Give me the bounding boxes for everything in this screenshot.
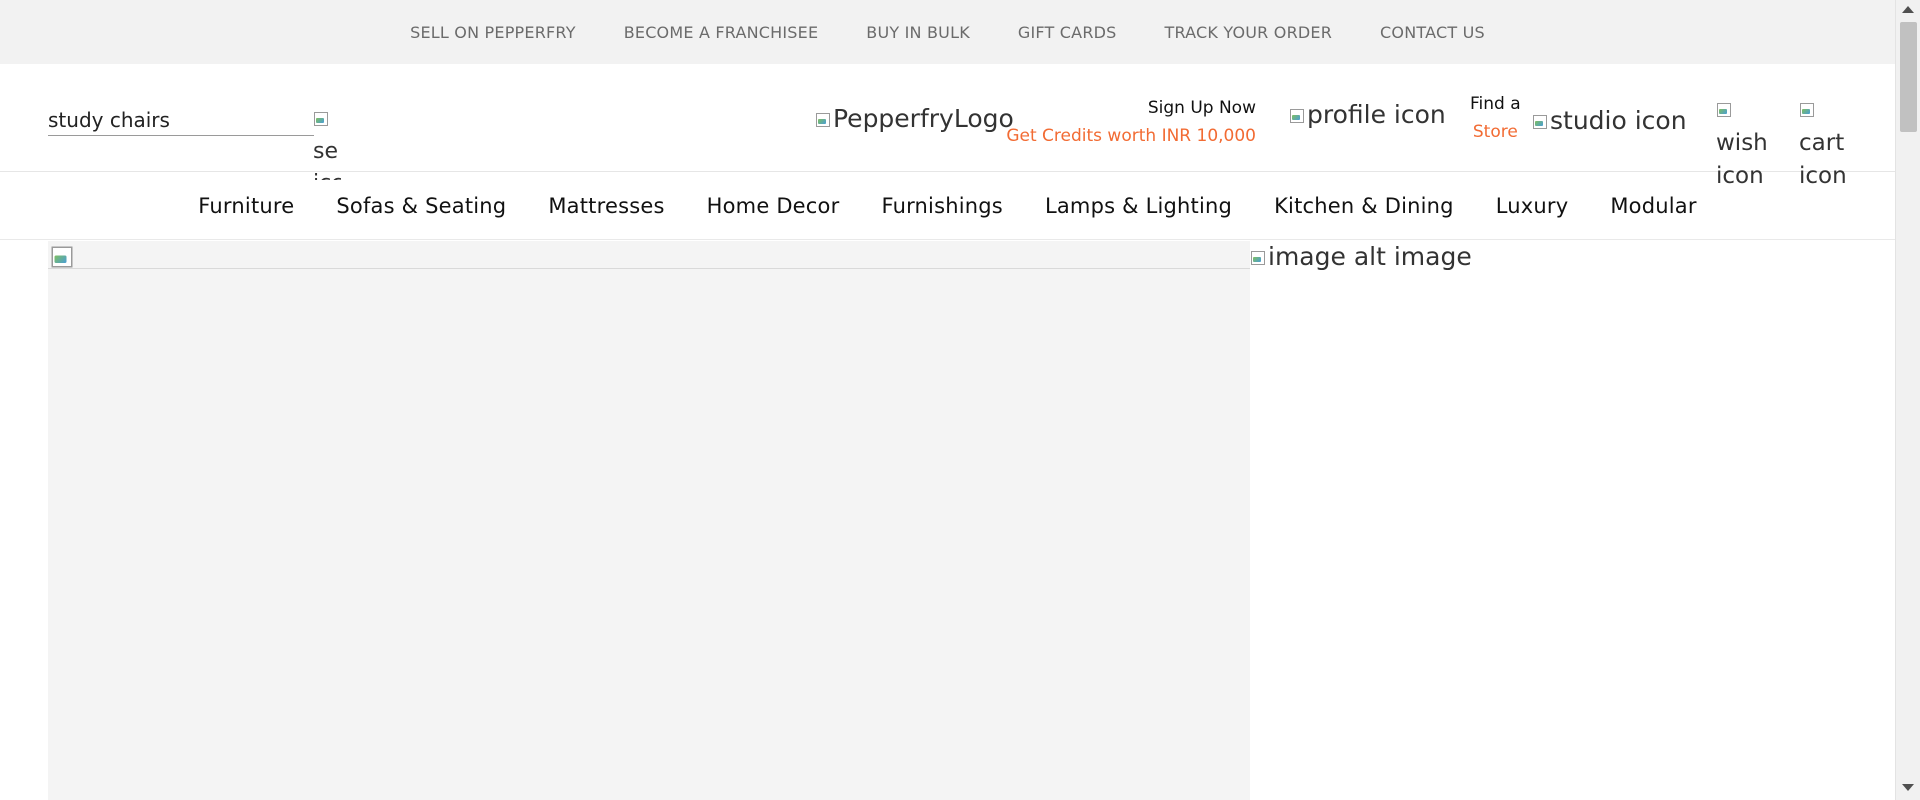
studio-icon[interactable]: studio icon [1532, 106, 1687, 135]
banner-top-strip [48, 241, 1250, 269]
scroll-thumb[interactable] [1900, 22, 1917, 132]
category-furnishings[interactable]: Furnishings [881, 194, 1003, 218]
gift-cards-link[interactable]: GIFT CARDS [1018, 23, 1117, 42]
search-bar [48, 104, 314, 136]
pepperfry-logo[interactable]: PepperfryLogo [815, 104, 1014, 133]
broken-image-icon [1250, 250, 1266, 266]
search-input[interactable] [48, 104, 314, 135]
scroll-down-icon[interactable] [1902, 784, 1914, 791]
find-store-line2: Store [1472, 122, 1518, 142]
category-mattresses[interactable]: Mattresses [548, 194, 664, 218]
broken-image-icon [1799, 102, 1815, 118]
signup-block[interactable]: Sign Up Now Get Credits worth INR 10,000 [1006, 98, 1256, 146]
broken-image-icon [815, 112, 831, 128]
track-order-link[interactable]: TRACK YOUR ORDER [1165, 23, 1333, 42]
category-kitchen-dining[interactable]: Kitchen & Dining [1274, 194, 1454, 218]
category-lamps-lighting[interactable]: Lamps & Lighting [1045, 194, 1232, 218]
broken-image-icon [1716, 102, 1732, 118]
find-store-link[interactable]: Find a Store [1470, 94, 1521, 142]
studio-icon-alt: studio icon [1550, 106, 1687, 135]
broken-image-icon [50, 245, 74, 269]
find-store-line1: Find a [1470, 94, 1521, 114]
broken-image-icon [1532, 114, 1548, 130]
logo-alt-text: PepperfryLogo [833, 104, 1014, 133]
profile-icon[interactable]: profile icon [1289, 100, 1446, 129]
category-modular[interactable]: Modular [1610, 194, 1696, 218]
side-banner-image[interactable]: image alt image [1250, 242, 1472, 271]
category-nav: Furniture Sofas & Seating Mattresses Hom… [0, 172, 1895, 240]
top-utility-bar: SELL ON PEPPERFRY BECOME A FRANCHISEE BU… [0, 0, 1895, 64]
signup-title[interactable]: Sign Up Now [1006, 98, 1256, 118]
broken-image-icon [1289, 108, 1305, 124]
become-franchisee-link[interactable]: BECOME A FRANCHISEE [624, 23, 819, 42]
category-home-decor[interactable]: Home Decor [707, 194, 840, 218]
page-scrollbar[interactable] [1895, 0, 1920, 800]
category-luxury[interactable]: Luxury [1496, 194, 1569, 218]
category-furniture[interactable]: Furniture [198, 194, 294, 218]
broken-image-icon [313, 111, 329, 127]
main-banner[interactable] [48, 241, 1250, 800]
search-icon[interactable]: se icc [313, 104, 341, 180]
scroll-up-icon[interactable] [1902, 6, 1914, 13]
sell-on-pepperfry-link[interactable]: SELL ON PEPPERFRY [410, 23, 576, 42]
profile-icon-alt: profile icon [1307, 100, 1446, 129]
contact-us-link[interactable]: CONTACT US [1380, 23, 1485, 42]
buy-in-bulk-link[interactable]: BUY IN BULK [866, 23, 970, 42]
signup-credits[interactable]: Get Credits worth INR 10,000 [1006, 126, 1256, 146]
side-image-alt: image alt image [1268, 242, 1472, 271]
category-sofas-seating[interactable]: Sofas & Seating [336, 194, 506, 218]
site-header: se icc PepperfryLogo Sign Up Now Get Cre… [0, 64, 1895, 189]
